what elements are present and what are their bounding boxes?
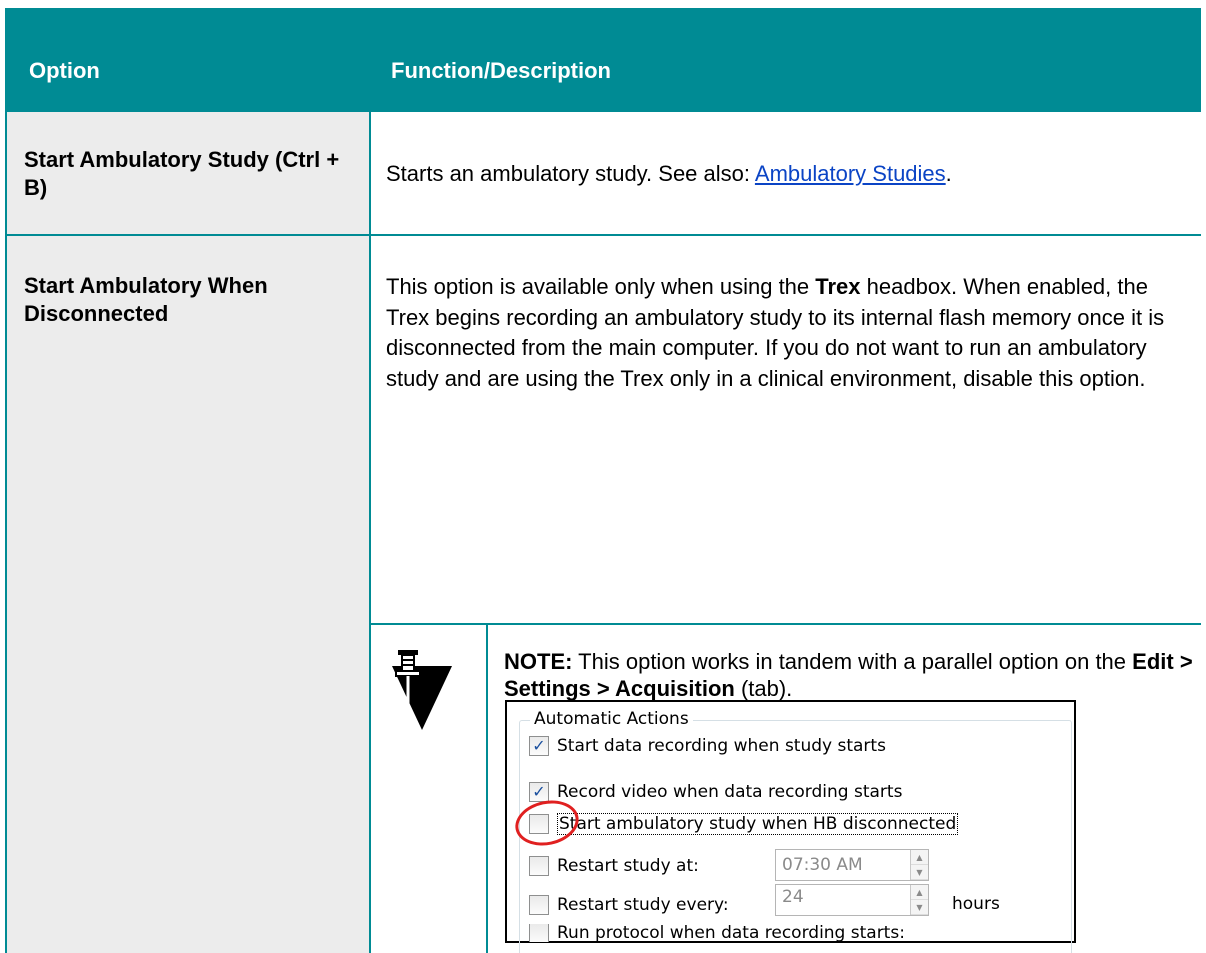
option-column <box>5 112 370 953</box>
description-start-ambulatory-when-disconnected: This option is available only when using… <box>386 274 1165 391</box>
header-option: Option <box>29 58 100 83</box>
description-start-ambulatory-study: Starts an ambulatory study. See also: Am… <box>386 161 952 186</box>
note-text: NOTE: This option works in tandem with a… <box>504 649 1193 701</box>
restart-time-stepper[interactable]: 07:30 AM ▲ ▼ <box>775 849 929 881</box>
option-start-ambulatory-when-disconnected: Start Ambulatory When Disconnected <box>24 273 268 326</box>
checkbox-unchecked-icon[interactable] <box>529 895 549 915</box>
option-start-data-recording[interactable]: ✓ Start data recording when study starts <box>529 733 886 759</box>
checkbox-checked-icon[interactable]: ✓ <box>529 736 549 756</box>
spin-down-icon[interactable]: ▼ <box>911 900 928 915</box>
option-restart-study-every[interactable]: Restart study every: <box>529 892 729 918</box>
spin-up-icon[interactable]: ▲ <box>911 850 928 865</box>
note-divider <box>486 624 488 953</box>
checkbox-unchecked-icon[interactable] <box>529 924 549 942</box>
hours-label: hours <box>952 894 1000 914</box>
table-header: Option Function/Description <box>5 8 1201 112</box>
header-function: Function/Description <box>391 58 611 83</box>
checkbox-checked-icon[interactable]: ✓ <box>529 782 549 802</box>
option-start-ambulatory-hb-disconnected[interactable]: Start ambulatory study when HB disconnec… <box>529 811 959 837</box>
row-divider-1 <box>5 234 1201 236</box>
pushpin-note-icon <box>392 650 452 730</box>
checkbox-unchecked-icon[interactable] <box>529 856 549 876</box>
settings-dialog-screenshot: Automatic Actions ✓ Start data recording… <box>505 700 1076 953</box>
group-title: Automatic Actions <box>530 709 693 729</box>
left-border <box>5 112 7 953</box>
ambulatory-studies-link[interactable]: Ambulatory Studies <box>755 161 946 186</box>
option-record-video[interactable]: ✓ Record video when data recording start… <box>529 779 902 805</box>
spin-down-icon[interactable]: ▼ <box>911 865 928 880</box>
option-run-protocol[interactable]: Run protocol when data recording starts: <box>529 924 905 942</box>
column-divider <box>369 112 371 953</box>
restart-hours-stepper[interactable]: 24 ▲ ▼ <box>775 884 929 916</box>
option-restart-study-at[interactable]: Restart study at: <box>529 853 699 879</box>
spin-up-icon[interactable]: ▲ <box>911 885 928 900</box>
option-start-ambulatory-study: Start Ambulatory Study (Ctrl + B) <box>24 147 340 200</box>
note-row-divider <box>371 623 1201 625</box>
